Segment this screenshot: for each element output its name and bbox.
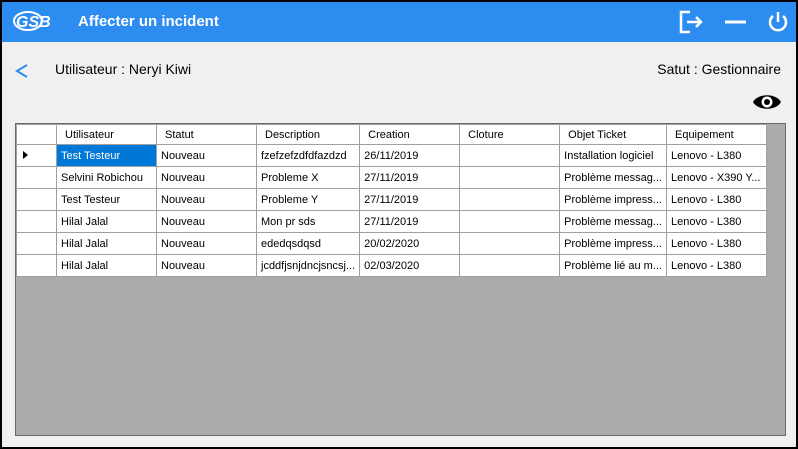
logout-button[interactable] — [676, 8, 704, 36]
table-row[interactable]: Hilal Jalal Nouveau jcddfjsnjdncjsncsj... 0… — [16, 254, 767, 277]
table-cell[interactable] — [459, 254, 561, 277]
table-cell[interactable] — [459, 166, 561, 189]
table-cell[interactable]: Nouveau — [156, 254, 257, 277]
table-cell[interactable]: Nouveau — [156, 210, 257, 233]
title-bar: GSB Affecter un incident — [2, 2, 796, 42]
table-cell[interactable]: jcddfjsnjdncjsncsj... — [255, 254, 361, 277]
user-label: Utilisateur : Neryi Kiwi — [55, 61, 192, 77]
incident-table: Utilisateur Statut Description Creation Clot… — [16, 124, 767, 277]
table-cell[interactable]: Nouveau — [156, 144, 257, 167]
table-cell[interactable]: Nouveau — [156, 188, 257, 211]
back-button[interactable] — [12, 58, 32, 84]
table-cell[interactable]: 27/11/2019 — [359, 166, 461, 189]
table-cell[interactable]: Hilal Jalal — [56, 254, 157, 277]
table-cell[interactable]: Problème lié au m... — [559, 254, 667, 277]
table-cell[interactable] — [459, 188, 561, 211]
corner-header — [16, 124, 57, 145]
table-cell[interactable]: fzefzefzdfdfazdzd — [255, 144, 361, 167]
table-cell[interactable]: Mon pr sds — [255, 210, 361, 233]
header-row: Utilisateur Statut Description Creation Clot… — [16, 124, 767, 145]
gsb-logo: GSB — [13, 11, 51, 31]
table-cell[interactable]: Lenovo - L380 — [665, 144, 767, 167]
row-header[interactable] — [16, 232, 57, 255]
table-cell[interactable]: Test Testeur — [56, 188, 157, 211]
table-cell[interactable]: 27/11/2019 — [359, 188, 461, 211]
window-title: Affecter un incident — [78, 13, 219, 30]
table-cell[interactable]: Probleme X — [255, 166, 361, 189]
table-cell[interactable]: Nouveau — [156, 232, 257, 255]
table-cell[interactable]: Probleme Y — [255, 188, 361, 211]
column-header[interactable]: Objet Ticket — [559, 124, 667, 145]
table-cell[interactable]: Test Testeur — [56, 144, 157, 167]
table-cell[interactable]: Installation logiciel — [559, 144, 667, 167]
table-cell[interactable]: 26/11/2019 — [359, 144, 461, 167]
eye-icon — [753, 95, 781, 109]
table-cell[interactable] — [459, 210, 561, 233]
table-cell[interactable] — [459, 232, 561, 255]
column-header[interactable]: Statut — [156, 124, 257, 145]
table-cell[interactable]: Hilal Jalal — [56, 210, 157, 233]
table-row[interactable]: Hilal Jalal Nouveau ededqsdqsd 20/02/2020 Pr… — [16, 232, 767, 255]
row-header[interactable] — [16, 254, 57, 277]
table-cell[interactable] — [459, 144, 561, 167]
app-window: GSB Affecter un incident Utilisateur : N… — [0, 0, 798, 449]
row-header[interactable] — [16, 188, 57, 211]
grid-body: Test Testeur Nouveau fzefzefzdfdfazdzd 26/1… — [16, 144, 767, 277]
power-button[interactable] — [764, 8, 792, 36]
current-row-arrow-icon — [23, 150, 28, 159]
minimize-icon — [725, 20, 746, 24]
table-row[interactable]: Test Testeur Nouveau fzefzefzdfdfazdzd 26/1… — [16, 144, 767, 167]
row-header[interactable] — [16, 144, 57, 167]
table-row[interactable]: Selvini Robichou Nouveau Probleme X 27/11/2… — [16, 166, 767, 189]
table-cell[interactable]: Lenovo - L380 — [665, 188, 767, 211]
table-cell[interactable]: Problème impress... — [559, 188, 667, 211]
row-header[interactable] — [16, 210, 57, 233]
column-header[interactable]: Utilisateur — [56, 124, 157, 145]
status-label: Satut : Gestionnaire — [657, 61, 781, 77]
view-button[interactable] — [752, 91, 782, 113]
table-cell[interactable]: Problème impress... — [559, 232, 667, 255]
column-header[interactable]: Equipement — [665, 124, 767, 145]
row-header[interactable] — [16, 166, 57, 189]
table-cell[interactable]: Lenovo - L380 — [665, 232, 767, 255]
table-cell[interactable]: 27/11/2019 — [359, 210, 461, 233]
table-cell[interactable]: 02/03/2020 — [359, 254, 461, 277]
table-cell[interactable]: Problème messag... — [559, 210, 667, 233]
logout-icon — [679, 10, 703, 34]
column-header[interactable]: Description — [255, 124, 361, 145]
table-cell[interactable]: ededqsdqsd — [255, 232, 361, 255]
table-cell[interactable]: Nouveau — [156, 166, 257, 189]
table-cell[interactable]: Hilal Jalal — [56, 232, 157, 255]
table-cell[interactable]: Selvini Robichou — [56, 166, 157, 189]
table-cell[interactable]: Lenovo - L380 — [665, 210, 767, 233]
table-cell[interactable]: 20/02/2020 — [359, 232, 461, 255]
minimize-button[interactable] — [722, 8, 750, 36]
power-icon — [768, 12, 788, 32]
logo-text: GSB — [16, 14, 51, 31]
table-cell[interactable]: Lenovo - X390 Y... — [665, 166, 767, 189]
table-cell[interactable]: Problème messag... — [559, 166, 667, 189]
incident-grid[interactable]: Utilisateur Statut Description Creation Clot… — [15, 123, 786, 436]
table-row[interactable]: Test Testeur Nouveau Probleme Y 27/11/2019 P… — [16, 188, 767, 211]
back-arrow-icon — [15, 64, 28, 78]
column-header[interactable]: Creation — [359, 124, 461, 145]
column-header[interactable]: Cloture — [459, 124, 561, 145]
table-row[interactable]: Hilal Jalal Nouveau Mon pr sds 27/11/2019 Pr… — [16, 210, 767, 233]
table-cell[interactable]: Lenovo - L380 — [665, 254, 767, 277]
